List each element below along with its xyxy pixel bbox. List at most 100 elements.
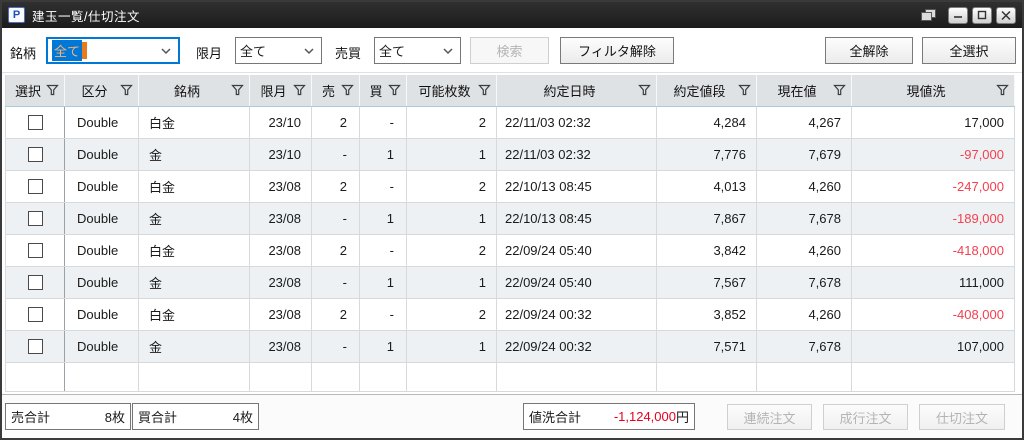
table-row[interactable]: Double 白金 23/08 2-2 22/09/24 00:32 3,852 4,260…: [5, 299, 1015, 331]
cell-symbol: 白金: [139, 171, 250, 202]
minimize-button[interactable]: [948, 6, 968, 24]
row-checkbox[interactable]: [27, 339, 43, 354]
cell-datetime: 22/09/24 05:40: [497, 267, 657, 298]
month-filter-combobox[interactable]: 全て: [235, 37, 322, 64]
symbol-filter-combobox[interactable]: 全て: [46, 37, 180, 64]
filter-funnel-icon[interactable]: [46, 84, 59, 99]
filter-funnel-icon[interactable]: [388, 84, 401, 99]
pl-total-value: -1,124,000: [613, 409, 676, 424]
row-checkbox[interactable]: [27, 147, 43, 162]
deselect-all-button[interactable]: 全解除: [825, 37, 913, 64]
continuous-order-button[interactable]: 連続注文: [727, 404, 812, 430]
cell-symbol: 白金: [139, 107, 250, 138]
table-row[interactable]: Double 白金 23/08 2-2 22/09/24 05:40 3,842 4,260…: [5, 235, 1015, 267]
filter-funnel-icon[interactable]: [833, 84, 846, 99]
cell-datetime: 22/09/24 00:32: [497, 331, 657, 362]
close-order-button[interactable]: 仕切注文: [919, 404, 1005, 430]
empty-cell: [139, 363, 250, 391]
table-row[interactable]: Double 白金 23/10 2-2 22/11/03 02:32 4,284 4,267…: [5, 107, 1015, 139]
row-checkbox[interactable]: [27, 307, 43, 322]
cell-symbol: 金: [139, 139, 250, 170]
row-checkbox[interactable]: [27, 179, 43, 194]
table-row[interactable]: Double 金 23/08-1 1 22/09/24 00:32 7,571 7,678 1…: [5, 331, 1015, 363]
column-header-month[interactable]: 限月: [250, 75, 312, 106]
filter-funnel-icon[interactable]: [293, 84, 306, 99]
cell-month: 23/08: [250, 171, 312, 202]
filter-funnel-icon[interactable]: [738, 84, 751, 99]
pl-total-box: 値洗合計 -1,124,000 円: [523, 403, 695, 430]
column-header-sell[interactable]: 売: [312, 75, 360, 106]
chevron-down-icon[interactable]: [303, 43, 315, 58]
sell-total-label: 売合計: [11, 410, 51, 425]
filter-toolbar: 銘柄 全て 限月 全て 売買 全て 検索 フィルタ解除 全解除 全選択: [2, 28, 1022, 73]
cell-pl: -418,000: [852, 235, 1015, 266]
popup-window-icon[interactable]: [920, 8, 938, 23]
cell-pl: -247,000: [852, 171, 1015, 202]
window-title: 建玉一覧/仕切注文: [32, 9, 140, 24]
row-checkbox[interactable]: [27, 115, 43, 130]
cell-price: 3,852: [657, 299, 757, 330]
column-header-category[interactable]: 区分: [65, 75, 139, 106]
column-header-price[interactable]: 約定値段: [657, 75, 757, 106]
cell-sell: -: [312, 331, 360, 362]
column-header-qty[interactable]: 可能枚数: [407, 75, 497, 106]
maximize-button[interactable]: [972, 6, 992, 24]
buy-total-label: 買合計: [138, 410, 178, 425]
empty-cell: [407, 363, 497, 391]
filter-funnel-icon[interactable]: [996, 84, 1009, 99]
month-filter-label: 限月: [196, 46, 223, 61]
row-select-cell: [5, 203, 65, 234]
cell-category: Double: [65, 107, 139, 138]
sell-total-box: 売合計 8枚: [5, 403, 131, 430]
position-list-window: P 建玉一覧/仕切注文 銘柄 全て 限月 全て 売買 全て 検索 フィルタ解除 …: [0, 0, 1024, 440]
cell-buy: 1: [360, 139, 407, 170]
close-button[interactable]: [996, 6, 1016, 24]
row-select-cell: [5, 171, 65, 202]
cell-price: 7,776: [657, 139, 757, 170]
table-row[interactable]: Double 金 23/08-1 1 22/10/13 08:45 7,867 7,678-…: [5, 203, 1015, 235]
cell-datetime: 22/10/13 08:45: [497, 203, 657, 234]
row-checkbox[interactable]: [27, 211, 43, 226]
filter-funnel-icon[interactable]: [638, 84, 651, 99]
chevron-down-icon[interactable]: [442, 43, 454, 58]
cell-category: Double: [65, 267, 139, 298]
cell-qty: 2: [407, 299, 497, 330]
row-checkbox[interactable]: [27, 275, 43, 290]
market-order-button[interactable]: 成行注文: [823, 404, 908, 430]
filter-funnel-icon[interactable]: [341, 84, 354, 99]
cell-buy: -: [360, 235, 407, 266]
cell-current: 4,260: [757, 235, 852, 266]
chevron-down-icon[interactable]: [160, 43, 172, 58]
column-header-select[interactable]: 選択: [5, 75, 65, 106]
filter-funnel-icon[interactable]: [120, 84, 133, 99]
side-filter-combobox[interactable]: 全て: [374, 37, 461, 64]
clear-filter-button[interactable]: フィルタ解除: [560, 37, 674, 64]
cell-buy: 1: [360, 331, 407, 362]
cell-pl: 107,000: [852, 331, 1015, 362]
table-row[interactable]: Double 白金 23/08 2-2 22/10/13 08:45 4,013 4,260…: [5, 171, 1015, 203]
column-header-symbol[interactable]: 銘柄: [139, 75, 250, 106]
filter-funnel-icon[interactable]: [478, 84, 491, 99]
table-row[interactable]: Double 金 23/08-1 1 22/09/24 05:40 7,567 7,678 1…: [5, 267, 1015, 299]
cell-datetime: 22/11/03 02:32: [497, 107, 657, 138]
filter-funnel-icon[interactable]: [231, 84, 244, 99]
cell-qty: 2: [407, 235, 497, 266]
titlebar: P 建玉一覧/仕切注文: [2, 2, 1022, 28]
cell-buy: -: [360, 299, 407, 330]
row-checkbox[interactable]: [27, 243, 43, 258]
select-all-button[interactable]: 全選択: [922, 37, 1016, 64]
column-header-datetime[interactable]: 約定日時: [497, 75, 657, 106]
cell-datetime: 22/09/24 00:32: [497, 299, 657, 330]
search-button[interactable]: 検索: [470, 37, 549, 64]
column-header-current[interactable]: 現在値: [757, 75, 852, 106]
window-controls: [920, 6, 1016, 24]
column-header-pl[interactable]: 現値洗: [852, 75, 1015, 106]
table-row[interactable]: Double 金 23/10-1 1 22/11/03 02:32 7,776 7,679-…: [5, 139, 1015, 171]
symbol-filter-value: 全て: [52, 40, 83, 61]
cell-pl: 17,000: [852, 107, 1015, 138]
empty-cell: [250, 363, 312, 391]
cell-symbol: 金: [139, 331, 250, 362]
cell-qty: 2: [407, 107, 497, 138]
cell-datetime: 22/09/24 05:40: [497, 235, 657, 266]
column-header-buy[interactable]: 買: [360, 75, 407, 106]
